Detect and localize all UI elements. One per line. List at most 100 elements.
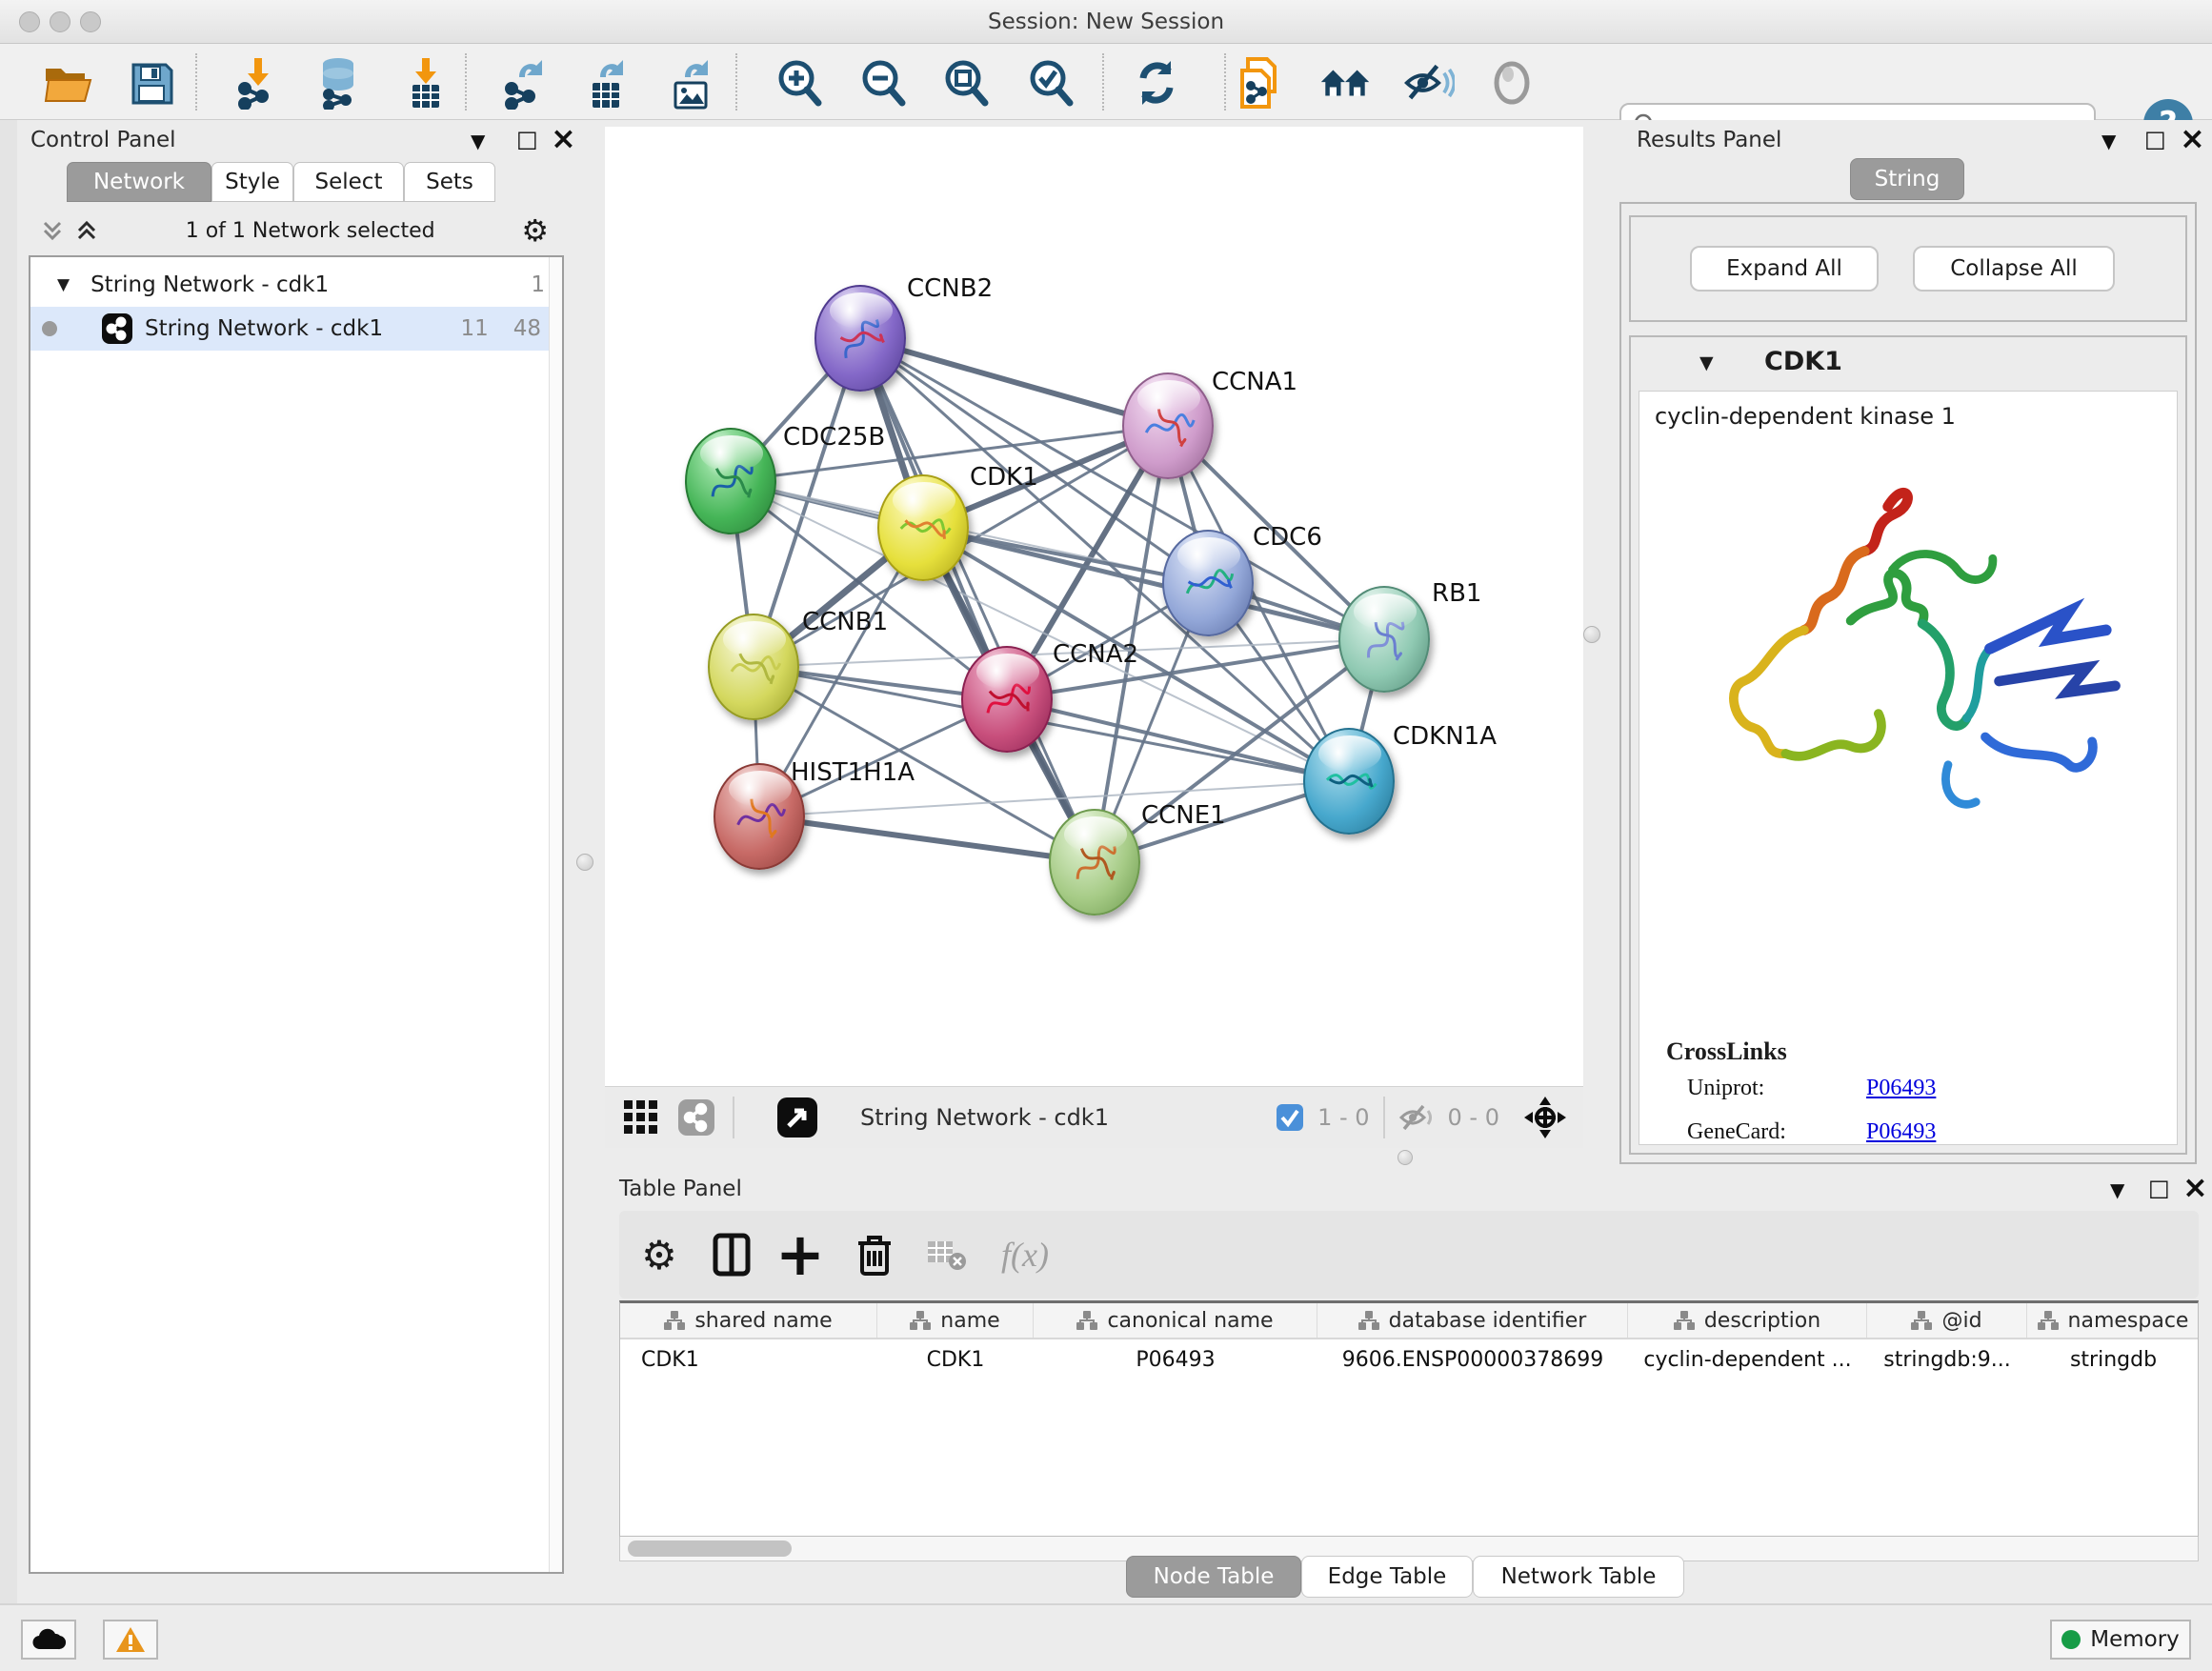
collapse-all-chevrons-icon[interactable] (74, 218, 99, 243)
table-panel-collapse-icon[interactable]: ▼ (2110, 1178, 2124, 1201)
table-cell[interactable]: stringdb (2027, 1348, 2199, 1372)
import-database-icon (313, 56, 363, 110)
table-cell[interactable]: 9606.ENSP00000378699 (1317, 1348, 1628, 1372)
tab-string[interactable]: String (1850, 158, 1964, 200)
results-panel-collapse-icon[interactable]: ▼ (2101, 130, 2116, 152)
import-table-button[interactable] (400, 57, 452, 109)
right-splitter-handle[interactable] (1583, 626, 1600, 643)
network-node-cdkn1a[interactable] (1303, 728, 1395, 835)
grid-view-icon[interactable] (622, 1098, 660, 1137)
memory-button[interactable]: Memory (2050, 1620, 2191, 1660)
apply-layout-button[interactable] (1131, 57, 1182, 109)
table-panel-close-icon[interactable]: × (2182, 1177, 2208, 1198)
zoom-out-button[interactable] (857, 57, 909, 109)
network-node-ccna2[interactable] (961, 646, 1053, 753)
column-header-shared-name[interactable]: shared name (620, 1303, 877, 1338)
first-neighbors-button[interactable] (1319, 57, 1371, 109)
control-panel-float-icon[interactable]: □ (516, 126, 538, 152)
delete-table-icon-disabled[interactable] (920, 1228, 974, 1281)
delete-column-trash-icon[interactable] (848, 1228, 901, 1281)
network-canvas[interactable]: CCNB2CCNA1CDC25BCDK1CDC6RB1CCNB1CCNA2CDK… (605, 127, 1583, 1086)
toolbar-divider (735, 53, 737, 111)
network-node-cdc6[interactable] (1162, 530, 1254, 636)
network-node-ccne1[interactable] (1049, 809, 1140, 916)
network-selected-count: 1 of 1 Network selected (99, 219, 521, 243)
open-session-button[interactable] (42, 57, 93, 109)
birdseye-view-icon[interactable] (776, 1097, 818, 1138)
show-columns-icon[interactable] (705, 1228, 758, 1281)
node-gloss (976, 654, 1039, 690)
network-row-selected[interactable]: String Network - cdk1 11 48 (30, 307, 562, 351)
tab-network-table[interactable]: Network Table (1473, 1556, 1684, 1598)
export-table-button[interactable] (580, 57, 632, 109)
tab-sets[interactable]: Sets (404, 162, 495, 202)
hide-selected-button[interactable] (1403, 57, 1455, 109)
import-network-from-database-button[interactable] (312, 57, 364, 109)
tab-select[interactable]: Select (293, 162, 404, 202)
column-header-description[interactable]: description (1628, 1303, 1867, 1338)
results-panel-close-icon[interactable]: × (2180, 128, 2205, 149)
table-row[interactable]: CDK1CDK1P064939606.ENSP00000378699cyclin… (620, 1339, 2198, 1379)
zoom-selected-button[interactable] (1025, 57, 1076, 109)
add-column-icon[interactable]: + (774, 1228, 827, 1281)
column-header--id[interactable]: @id (1867, 1303, 2027, 1338)
tab-edge-table[interactable]: Edge Table (1301, 1556, 1473, 1598)
crosslink-link[interactable]: P06493 (1866, 1119, 1936, 1145)
table-cell[interactable]: CDK1 (877, 1348, 1034, 1372)
export-network-button[interactable] (499, 57, 551, 109)
tree-expand-icon[interactable]: ▼ (57, 275, 70, 294)
crosslink-link[interactable]: P06493 (1866, 1076, 1936, 1101)
column-header-namespace[interactable]: namespace (2027, 1303, 2199, 1338)
share-view-icon[interactable] (677, 1098, 715, 1137)
zoom-fit-button[interactable] (940, 57, 992, 109)
column-header-canonical-name[interactable]: canonical name (1034, 1303, 1317, 1338)
network-node-cdk1[interactable] (877, 474, 969, 581)
expand-all-chevrons-icon[interactable] (40, 218, 65, 243)
node-table[interactable]: shared namename canonical name database id… (619, 1300, 2199, 1537)
bottom-splitter-handle[interactable] (1398, 1150, 1413, 1165)
column-header-database-identifier[interactable]: database identifier (1317, 1303, 1628, 1338)
expand-all-button[interactable]: Expand All (1690, 246, 1879, 292)
function-builder-button-disabled[interactable]: f(x) (998, 1228, 1052, 1281)
table-cell[interactable]: stringdb:9... (1867, 1348, 2027, 1372)
left-splitter-handle[interactable] (576, 854, 593, 871)
import-network-button[interactable] (232, 57, 284, 109)
gene-collapse-icon[interactable]: ▼ (1699, 352, 1714, 373)
network-node-ccnb2[interactable] (814, 285, 906, 392)
network-list-scrollbar[interactable] (549, 257, 562, 1572)
table-cell[interactable]: CDK1 (620, 1348, 877, 1372)
tab-node-table[interactable]: Node Table (1126, 1556, 1301, 1598)
table-cell[interactable]: P06493 (1034, 1348, 1317, 1372)
zoom-in-button[interactable] (774, 57, 825, 109)
network-collection-row[interactable]: ▼ String Network - cdk1 1 (30, 263, 562, 307)
network-node-cdc25b[interactable] (685, 428, 776, 534)
scrollbar-thumb[interactable] (628, 1540, 792, 1557)
column-header-name[interactable]: name (877, 1303, 1034, 1338)
table-panel: Table Panel ▼ □ × ⚙ + f(x) shared namena… (605, 1167, 2212, 1603)
hidden-eye-icon[interactable] (1398, 1102, 1435, 1133)
network-node-rb1[interactable] (1338, 586, 1430, 693)
column-header-label: canonical name (1107, 1309, 1273, 1333)
selected-checkbox-icon[interactable] (1276, 1103, 1304, 1132)
tab-network[interactable]: Network (67, 162, 211, 202)
cloud-button[interactable] (21, 1620, 76, 1660)
collapse-all-button[interactable]: Collapse All (1913, 246, 2115, 292)
control-panel-collapse-icon[interactable]: ▼ (471, 130, 485, 152)
new-network-from-selection-button[interactable] (1235, 57, 1286, 109)
table-cell[interactable]: cyclin-dependent ... (1628, 1348, 1867, 1372)
export-image-button[interactable] (665, 57, 716, 109)
table-panel-float-icon[interactable]: □ (2148, 1175, 2170, 1201)
results-panel-float-icon[interactable]: □ (2144, 126, 2166, 152)
table-options-gear-icon[interactable]: ⚙ (633, 1228, 686, 1281)
network-node-ccna1[interactable] (1122, 372, 1214, 479)
tab-style[interactable]: Style (211, 162, 293, 202)
network-node-ccnb1[interactable] (708, 614, 799, 720)
control-panel-close-icon[interactable]: × (551, 128, 576, 149)
show-all-button-disabled[interactable] (1486, 57, 1538, 109)
pan-crosshair-icon[interactable] (1522, 1095, 1568, 1140)
zoom-selected-icon (1025, 57, 1076, 109)
warnings-button[interactable] (103, 1620, 158, 1660)
network-options-gear-icon[interactable]: ⚙ (521, 212, 549, 249)
save-session-button[interactable] (126, 57, 177, 109)
column-type-icon (1911, 1311, 1932, 1330)
